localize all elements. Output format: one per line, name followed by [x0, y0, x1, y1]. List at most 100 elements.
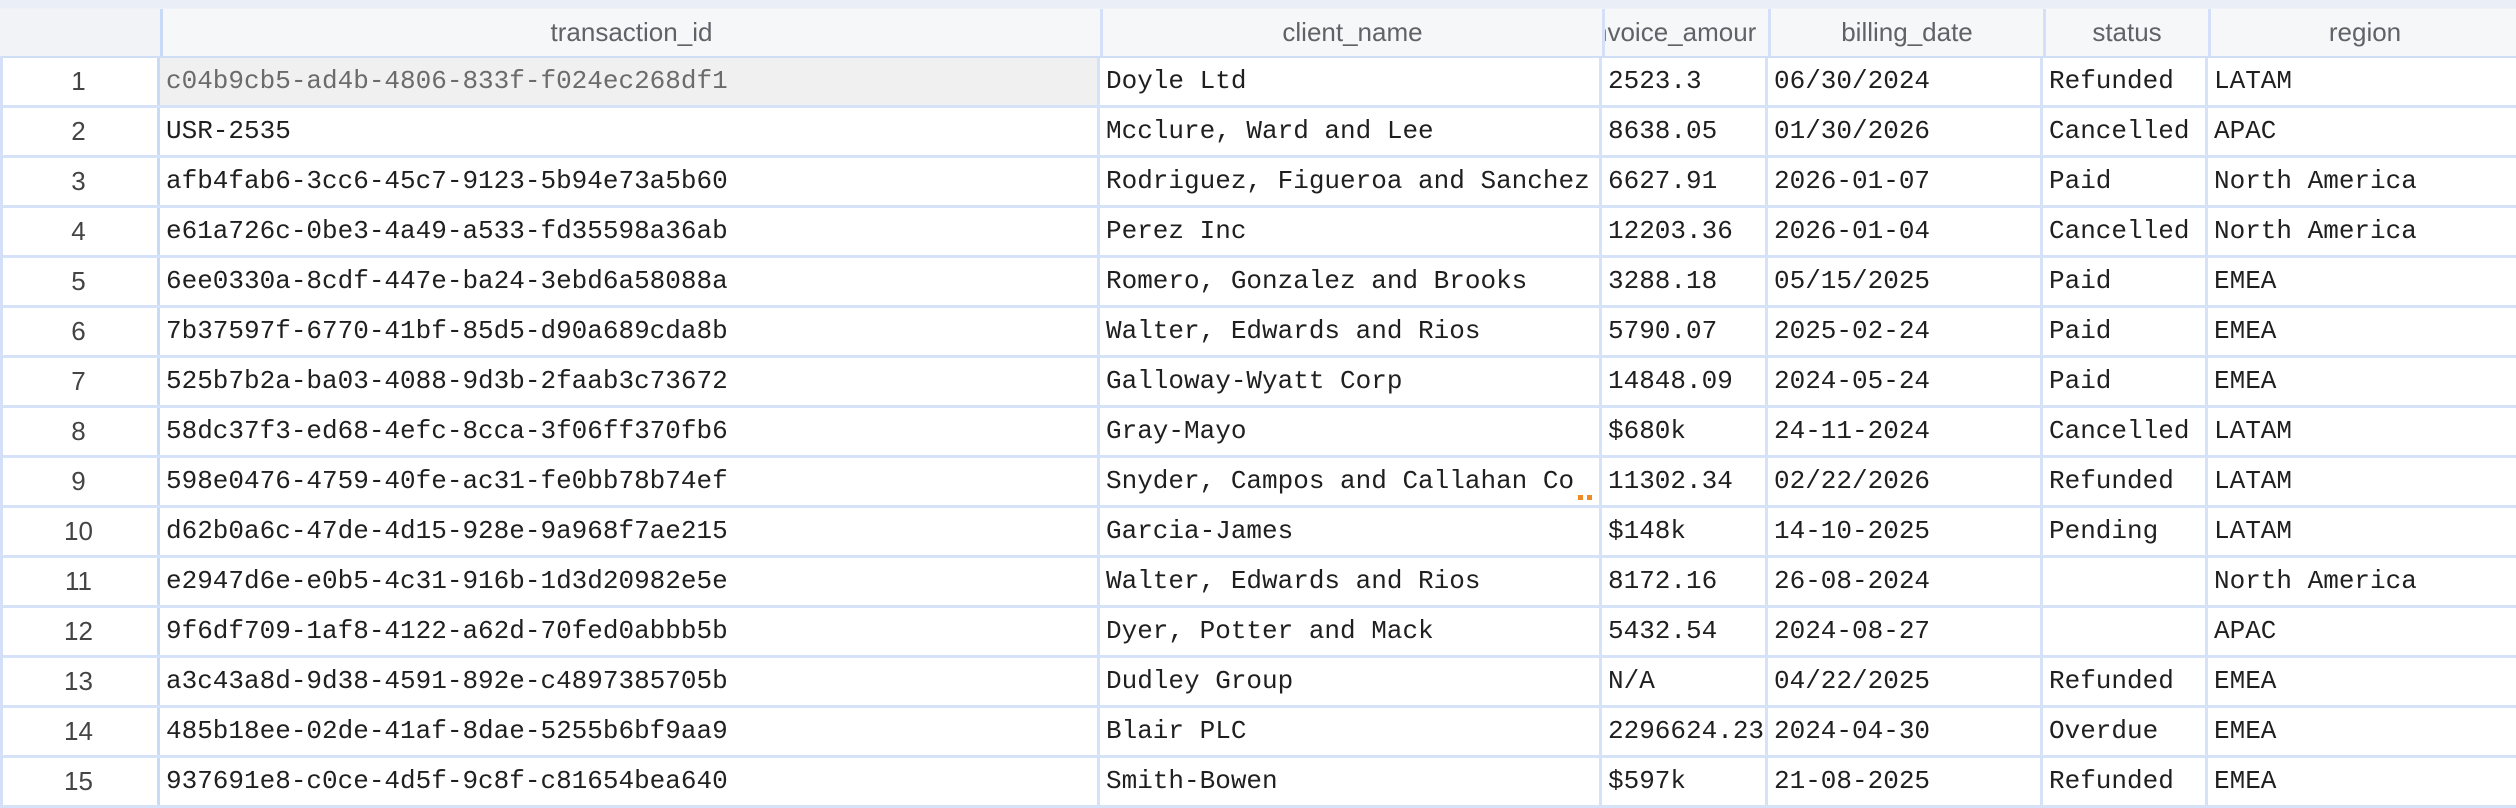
row-number[interactable]: 1	[0, 58, 160, 105]
cell-billing-date[interactable]: 2024-04-30	[1768, 708, 2043, 755]
table-row[interactable]: 2 USR-2535 Mcclure, Ward and Lee 8638.05 01/…	[0, 108, 2516, 158]
cell-region[interactable]: North America	[2208, 158, 2516, 205]
row-number[interactable]: 15	[0, 758, 160, 805]
cell-client-name[interactable]: Romero, Gonzalez and Brooks	[1100, 258, 1602, 305]
column-header-client-name[interactable]: client_name	[1103, 9, 1605, 57]
cell-transaction-id[interactable]: e61a726c-0be3-4a49-a533-fd35598a36ab	[160, 208, 1100, 255]
cell-transaction-id[interactable]: e2947d6e-e0b5-4c31-916b-1d3d20982e5e	[160, 558, 1100, 605]
cell-region[interactable]: LATAM	[2208, 508, 2516, 555]
row-number[interactable]: 4	[0, 208, 160, 255]
header-corner-cell[interactable]	[0, 9, 163, 57]
cell-invoice-amount[interactable]: 8638.05	[1602, 108, 1768, 155]
table-row[interactable]: 12 9f6df709-1af8-4122-a62d-70fed0abbb5b Dy…	[0, 608, 2516, 658]
cell-status[interactable]: Cancelled	[2043, 208, 2208, 255]
cell-client-name[interactable]: Snyder, Campos and Callahan Co	[1100, 458, 1602, 505]
cell-invoice-amount[interactable]: $680k	[1602, 408, 1768, 455]
cell-billing-date[interactable]: 24-11-2024	[1768, 408, 2043, 455]
cell-invoice-amount[interactable]: 12203.36	[1602, 208, 1768, 255]
cell-transaction-id[interactable]: 525b7b2a-ba03-4088-9d3b-2faab3c73672	[160, 358, 1100, 405]
row-number[interactable]: 7	[0, 358, 160, 405]
cell-transaction-id[interactable]: 7b37597f-6770-41bf-85d5-d90a689cda8b	[160, 308, 1100, 355]
cell-billing-date[interactable]: 2024-08-27	[1768, 608, 2043, 655]
cell-region[interactable]: EMEA	[2208, 708, 2516, 755]
cell-client-name[interactable]: Dyer, Potter and Mack	[1100, 608, 1602, 655]
cell-client-name[interactable]: Gray-Mayo	[1100, 408, 1602, 455]
row-number[interactable]: 14	[0, 708, 160, 755]
cell-transaction-id[interactable]: USR-2535	[160, 108, 1100, 155]
row-number[interactable]: 2	[0, 108, 160, 155]
cell-status[interactable]: Paid	[2043, 308, 2208, 355]
cell-client-name[interactable]: Doyle Ltd	[1100, 58, 1602, 105]
cell-invoice-amount[interactable]: 3288.18	[1602, 258, 1768, 305]
cell-transaction-id[interactable]: 937691e8-c0ce-4d5f-9c8f-c81654bea640	[160, 758, 1100, 805]
cell-status[interactable]: Refunded	[2043, 658, 2208, 705]
cell-invoice-amount[interactable]: 6627.91	[1602, 158, 1768, 205]
cell-transaction-id[interactable]: a3c43a8d-9d38-4591-892e-c4897385705b	[160, 658, 1100, 705]
cell-invoice-amount[interactable]: 2296624.23	[1602, 708, 1768, 755]
row-number[interactable]: 12	[0, 608, 160, 655]
column-header-billing-date[interactable]: billing_date	[1771, 9, 2046, 57]
row-number[interactable]: 3	[0, 158, 160, 205]
cell-transaction-id[interactable]: 58dc37f3-ed68-4efc-8cca-3f06ff370fb6	[160, 408, 1100, 455]
row-number[interactable]: 13	[0, 658, 160, 705]
cell-status[interactable]: Paid	[2043, 258, 2208, 305]
cell-invoice-amount[interactable]: 8172.16	[1602, 558, 1768, 605]
cell-billing-date[interactable]: 05/15/2025	[1768, 258, 2043, 305]
table-row[interactable]: 10 d62b0a6c-47de-4d15-928e-9a968f7ae215 Ga…	[0, 508, 2516, 558]
row-number[interactable]: 11	[0, 558, 160, 605]
cell-invoice-amount[interactable]: 2523.3	[1602, 58, 1768, 105]
column-header-transaction-id[interactable]: transaction_id	[163, 9, 1103, 57]
cell-transaction-id[interactable]: 6ee0330a-8cdf-447e-ba24-3ebd6a58088a	[160, 258, 1100, 305]
cell-status[interactable]: Paid	[2043, 358, 2208, 405]
cell-transaction-id[interactable]: 485b18ee-02de-41af-8dae-5255b6bf9aa9	[160, 708, 1100, 755]
cell-invoice-amount[interactable]: $148k	[1602, 508, 1768, 555]
table-row[interactable]: 4 e61a726c-0be3-4a49-a533-fd35598a36ab Per…	[0, 208, 2516, 258]
cell-region[interactable]: APAC	[2208, 608, 2516, 655]
cell-region[interactable]: LATAM	[2208, 458, 2516, 505]
row-number[interactable]: 10	[0, 508, 160, 555]
cell-client-name[interactable]: Rodriguez, Figueroa and Sanchez	[1100, 158, 1602, 205]
cell-status[interactable]: Cancelled	[2043, 108, 2208, 155]
cell-billing-date[interactable]: 02/22/2026	[1768, 458, 2043, 505]
column-header-invoice-amount[interactable]: nvoice_amour	[1605, 9, 1771, 57]
cell-status[interactable]: Cancelled	[2043, 408, 2208, 455]
cell-billing-date[interactable]: 2026-01-07	[1768, 158, 2043, 205]
table-row[interactable]: 6 7b37597f-6770-41bf-85d5-d90a689cda8b Wal…	[0, 308, 2516, 358]
row-number[interactable]: 6	[0, 308, 160, 355]
cell-status[interactable]	[2043, 608, 2208, 655]
cell-invoice-amount[interactable]: $597k	[1602, 758, 1768, 805]
cell-status[interactable]: Refunded	[2043, 58, 2208, 105]
cell-invoice-amount[interactable]: 14848.09	[1602, 358, 1768, 405]
cell-client-name[interactable]: Galloway-Wyatt Corp	[1100, 358, 1602, 405]
table-row[interactable]: 5 6ee0330a-8cdf-447e-ba24-3ebd6a58088a Rom…	[0, 258, 2516, 308]
cell-billing-date[interactable]: 06/30/2024	[1768, 58, 2043, 105]
cell-status[interactable]	[2043, 558, 2208, 605]
table-row[interactable]: 9 598e0476-4759-40fe-ac31-fe0bb78b74ef Sny…	[0, 458, 2516, 508]
cell-billing-date[interactable]: 2025-02-24	[1768, 308, 2043, 355]
cell-invoice-amount[interactable]: 5790.07	[1602, 308, 1768, 355]
cell-region[interactable]: EMEA	[2208, 308, 2516, 355]
table-row[interactable]: 8 58dc37f3-ed68-4efc-8cca-3f06ff370fb6 Gra…	[0, 408, 2516, 458]
table-row[interactable]: 7 525b7b2a-ba03-4088-9d3b-2faab3c73672 Gal…	[0, 358, 2516, 408]
table-row[interactable]: 15 937691e8-c0ce-4d5f-9c8f-c81654bea640 Sm…	[0, 758, 2516, 808]
cell-region[interactable]: EMEA	[2208, 658, 2516, 705]
column-header-region[interactable]: region	[2211, 9, 2516, 57]
cell-billing-date[interactable]: 14-10-2025	[1768, 508, 2043, 555]
cell-region[interactable]: North America	[2208, 208, 2516, 255]
cell-client-name[interactable]: Perez Inc	[1100, 208, 1602, 255]
table-row[interactable]: 13 a3c43a8d-9d38-4591-892e-c4897385705b Du…	[0, 658, 2516, 708]
cell-comment-marker-icon[interactable]	[1578, 495, 1592, 500]
cell-billing-date[interactable]: 04/22/2025	[1768, 658, 2043, 705]
cell-billing-date[interactable]: 01/30/2026	[1768, 108, 2043, 155]
cell-invoice-amount[interactable]: 11302.34	[1602, 458, 1768, 505]
cell-transaction-id[interactable]: d62b0a6c-47de-4d15-928e-9a968f7ae215	[160, 508, 1100, 555]
cell-client-name[interactable]: Garcia-James	[1100, 508, 1602, 555]
cell-region[interactable]: North America	[2208, 558, 2516, 605]
table-row[interactable]: 1 c04b9cb5-ad4b-4806-833f-f024ec268df1 Doy…	[0, 58, 2516, 108]
cell-status[interactable]: Paid	[2043, 158, 2208, 205]
cell-region[interactable]: EMEA	[2208, 758, 2516, 805]
cell-transaction-id[interactable]: 598e0476-4759-40fe-ac31-fe0bb78b74ef	[160, 458, 1100, 505]
cell-billing-date[interactable]: 26-08-2024	[1768, 558, 2043, 605]
cell-region[interactable]: LATAM	[2208, 58, 2516, 105]
cell-region[interactable]: APAC	[2208, 108, 2516, 155]
